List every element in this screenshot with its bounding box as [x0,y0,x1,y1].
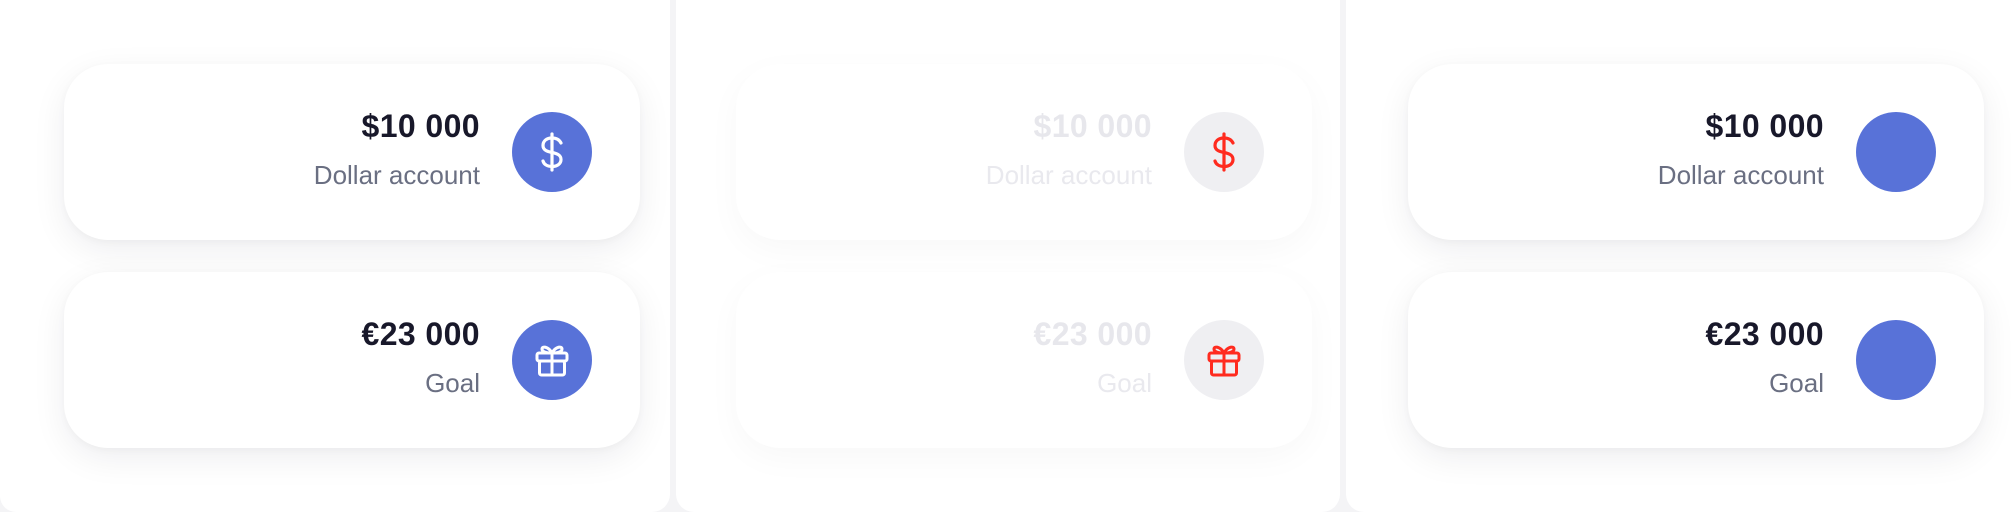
card-amount: $10 000 [1033,108,1152,144]
card-label: Dollar account [1657,160,1824,190]
gift-icon [1184,320,1264,400]
goal-card-plain[interactable]: €23 000 Goal [1408,272,1984,448]
card-amount: €23 000 [1705,316,1824,352]
card-label: Goal [1097,368,1152,398]
dollar-icon [1184,112,1264,192]
blank-circle-icon [1856,320,1936,400]
account-card-dollar-faded[interactable]: $10 000 Dollar account [736,64,1312,240]
goal-card-faded[interactable]: €23 000 Goal [736,272,1312,448]
goal-card[interactable]: €23 000 Goal [64,272,640,448]
stage: $10 000 Dollar account €23 000 Goal $10 … [0,0,2016,512]
account-card-dollar[interactable]: $10 000 Dollar account [64,64,640,240]
gift-icon [512,320,592,400]
blank-circle-icon [1856,112,1936,192]
card-amount: $10 000 [1705,108,1824,144]
card-label: Goal [1769,368,1824,398]
card-amount: €23 000 [1033,316,1152,352]
card-amount: €23 000 [361,316,480,352]
card-label: Goal [425,368,480,398]
card-label: Dollar account [985,160,1152,190]
dollar-icon [512,112,592,192]
account-card-dollar-plain[interactable]: $10 000 Dollar account [1408,64,1984,240]
card-label: Dollar account [313,160,480,190]
card-amount: $10 000 [361,108,480,144]
